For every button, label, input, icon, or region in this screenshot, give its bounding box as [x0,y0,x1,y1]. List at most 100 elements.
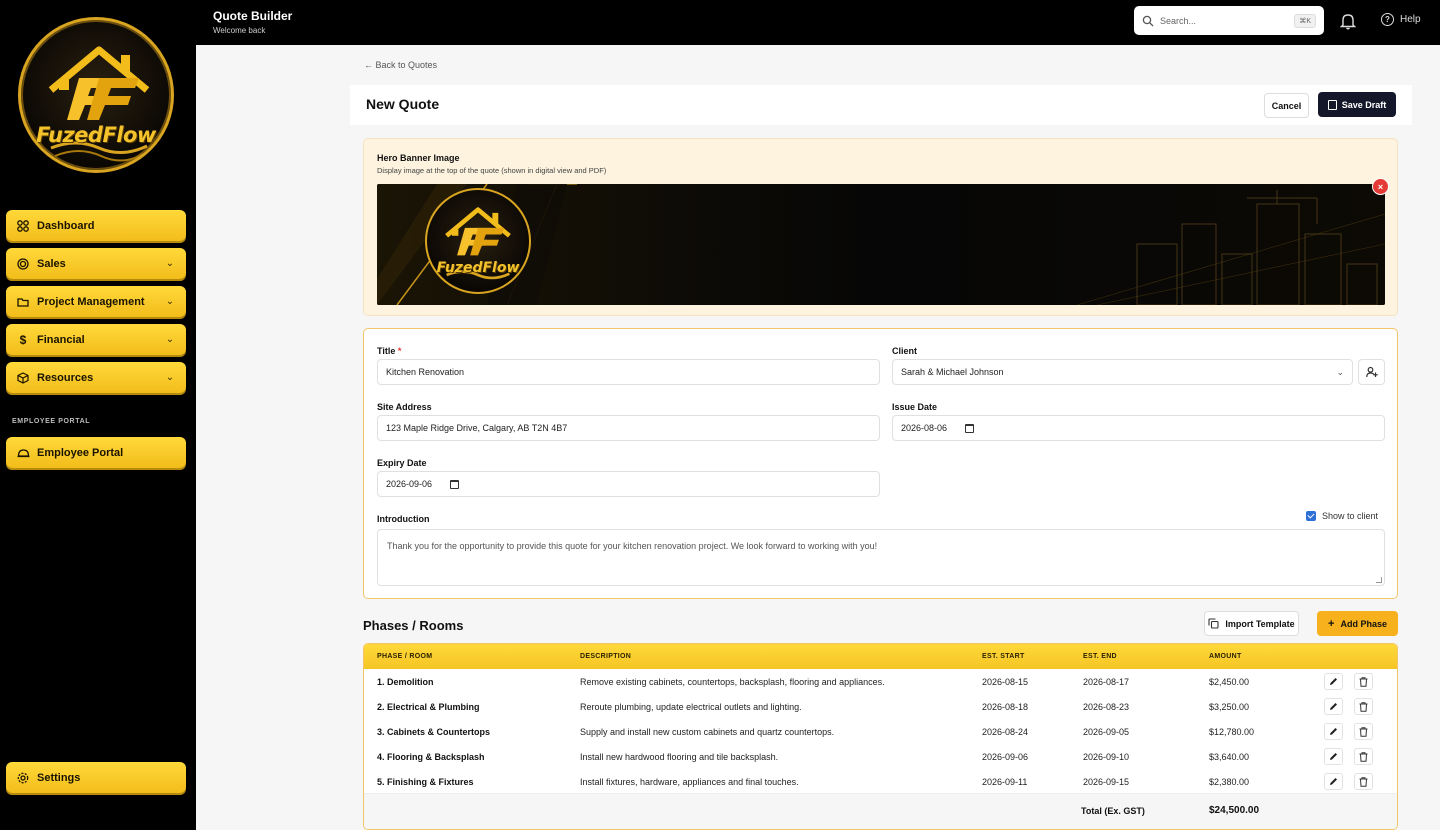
sidebar-item-sales[interactable]: Sales ⌄ [6,248,186,279]
site-address-input[interactable]: 123 Maple Ridge Drive, Calgary, AB T2N 4… [377,415,880,441]
delete-phase-button[interactable] [1354,723,1373,740]
table-row: 1. Demolition Remove existing cabinets, c… [364,669,1397,694]
title-input[interactable]: Kitchen Renovation [377,359,880,385]
sidebar-item-label: Sales [37,257,66,270]
delete-phase-button[interactable] [1354,773,1373,790]
amount-cell: $12,780.00 [1209,727,1255,737]
client-select[interactable]: Sarah & Michael Johnson ⌄ [892,359,1353,385]
edit-phase-button[interactable] [1324,748,1343,765]
sidebar-item-label: Financial [37,333,85,346]
hardhat-icon [16,446,30,460]
remove-image-button[interactable]: × [1372,178,1389,195]
show-to-client-toggle[interactable]: Show to client [1306,511,1378,521]
trash-icon [1359,726,1368,737]
chevron-down-icon: ⌄ [165,296,175,307]
phase-name-cell: 2. Electrical & Plumbing [377,702,480,712]
pencil-icon [1330,728,1337,735]
total-label: Total (Ex. GST) [1081,806,1145,816]
sidebar-item-financial[interactable]: $ Financial ⌄ [6,324,186,355]
sidebar-item-project-management[interactable]: Project Management ⌄ [6,286,186,317]
arrow-left-icon: ← [364,60,376,70]
introduction-label: Introduction [377,514,430,524]
edit-phase-button[interactable] [1324,698,1343,715]
introduction-textarea[interactable]: Thank you for the opportunity to provide… [377,529,1385,586]
calendar-icon[interactable] [965,423,975,433]
total-value: $24,500.00 [1209,805,1260,816]
expiry-date-input[interactable]: 2026-09-06 [377,471,880,497]
save-draft-button[interactable]: Save Draft [1318,92,1396,117]
show-to-client-checkbox[interactable] [1306,511,1316,521]
chevron-down-icon: ⌄ [165,334,175,345]
table-row: 4. Flooring & Backsplash Install new hard… [364,744,1397,769]
sidebar-item-employee-portal[interactable]: Employee Portal [6,437,186,468]
help-icon: ? [1381,13,1394,26]
fuzedflow-logo[interactable]: FuzedFlow [18,17,174,173]
edit-phase-button[interactable] [1324,673,1343,690]
description-cell: Supply and install new custom cabinets a… [580,727,835,737]
add-phase-label: Add Phase [1340,618,1387,629]
back-link-label: Back to Quotes [375,60,438,70]
house-logo-icon [445,207,511,280]
add-phase-button[interactable]: + Add Phase [1317,611,1398,636]
table-row: 5. Finishing & Fixtures Install fixtures,… [364,769,1397,794]
plus-icon: + [1328,617,1335,630]
sidebar-item-resources[interactable]: Resources ⌄ [6,362,186,393]
help-label: Help [1400,14,1421,25]
cube-icon [16,371,30,385]
search-box[interactable]: ⌘K [1134,6,1324,35]
column-header-amount: AMOUNT [1209,653,1242,660]
hero-banner-subtitle: Display image at the top of the quote (s… [377,166,607,175]
description-cell: Install fixtures, hardware, appliances a… [580,777,799,787]
description-cell: Remove existing cabinets, countertops, b… [580,677,885,687]
import-template-button[interactable]: Import Template [1204,611,1299,636]
gear-icon [16,771,30,785]
search-input[interactable] [1160,15,1295,26]
hero-banner-image[interactable]: FuzedFlow [377,184,1385,305]
import-template-label: Import Template [1225,618,1295,629]
edit-phase-button[interactable] [1324,723,1343,740]
column-header-phase: PHASE / ROOM [377,653,433,660]
search-shortcut: ⌘K [1294,13,1316,28]
amount-cell: $2,450.00 [1209,677,1250,687]
pencil-icon [1330,703,1337,710]
bell-icon[interactable] [1340,12,1356,30]
grid-icon [16,219,30,233]
resize-handle[interactable] [1376,577,1382,583]
add-user-icon [1365,366,1378,378]
help-button[interactable]: ? Help [1381,13,1421,26]
est-start-cell: 2026-09-06 [982,752,1029,762]
client-label: Client [892,346,918,356]
est-end-cell: 2026-08-23 [1083,702,1130,712]
column-header-description: DESCRIPTION [580,653,632,660]
delete-phase-button[interactable] [1354,673,1373,690]
sidebar-item-dashboard[interactable]: Dashboard [6,210,186,241]
phase-name-cell: 3. Cabinets & Countertops [377,727,491,737]
add-client-button[interactable] [1358,359,1385,385]
table-header: PHASE / ROOM DESCRIPTION EST. START EST.… [364,644,1397,669]
sidebar-item-label: Settings [37,771,81,784]
cancel-button[interactable]: Cancel [1264,93,1309,118]
delete-phase-button[interactable] [1354,698,1373,715]
app-subtitle: Welcome back [213,26,266,35]
save-draft-label: Save Draft [1341,99,1387,110]
calendar-icon[interactable] [450,479,460,489]
trash-icon [1359,751,1368,762]
est-end-cell: 2026-09-15 [1083,777,1130,787]
sidebar-item-settings[interactable]: Settings [6,762,186,793]
phase-name-cell: 5. Finishing & Fixtures [377,777,474,787]
table-footer: Total (Ex. GST) $24,500.00 [364,793,1397,829]
folder-icon [16,295,30,309]
chevron-down-icon: ⌄ [1336,366,1344,377]
est-start-cell: 2026-08-24 [982,727,1029,737]
est-end-cell: 2026-09-10 [1083,752,1130,762]
issue-date-input[interactable]: 2026-08-06 [892,415,1385,441]
chevron-down-icon: ⌄ [165,258,175,269]
edit-phase-button[interactable] [1324,773,1343,790]
back-to-quotes-link[interactable]: ← Back to Quotes [364,60,437,70]
est-end-cell: 2026-08-17 [1083,677,1130,687]
pencil-icon [1330,678,1337,685]
hero-logo-text: FuzedFlow [436,260,520,276]
pencil-icon [1330,753,1337,760]
description-cell: Install new hardwood flooring and tile b… [580,752,779,762]
delete-phase-button[interactable] [1354,748,1373,765]
